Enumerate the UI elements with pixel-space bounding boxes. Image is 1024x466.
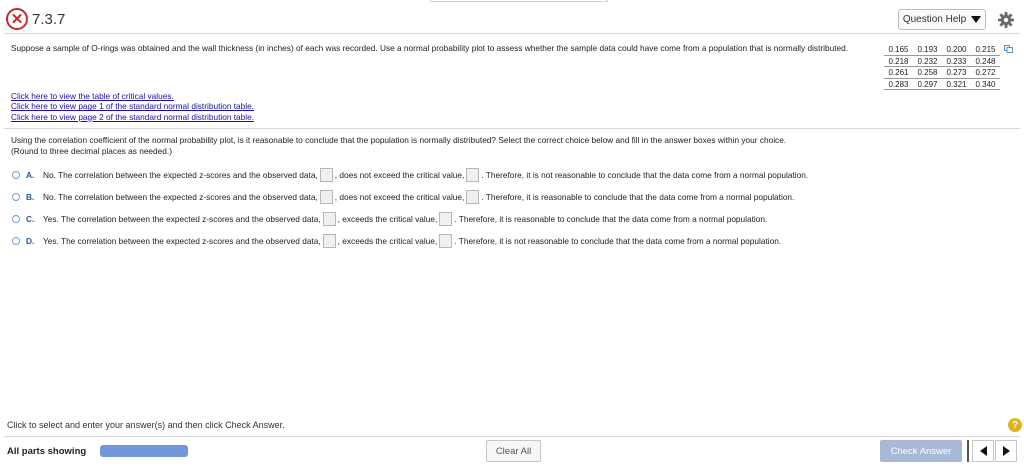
choice-text: No. The correlation between the expected… [43,170,318,180]
choice-letter: C. [26,214,35,224]
data-row: 0.261 0.258 0.273 0.272 [884,67,1000,79]
parts-progress-bar [100,445,188,457]
choice-text: , exceeds the critical value, [337,214,438,224]
reference-links: Click here to view the table of critical… [11,91,254,122]
critical-value-answer-box[interactable] [439,212,453,226]
choice-text: Yes. The correlation between the expecte… [43,214,321,224]
section-divider [4,128,1020,129]
data-cell: 0.340 [975,79,996,89]
progress-fill [100,445,188,457]
radio-button[interactable] [12,237,20,245]
choice-text: , does not exceed the critical value, [334,170,465,180]
data-cell: 0.297 [917,79,938,89]
choice-letter: D. [26,236,35,246]
dropdown-triangle-icon [971,16,982,23]
choice-letter: B. [26,192,35,202]
data-cell: 0.321 [946,79,967,89]
correlation-answer-box[interactable] [319,168,333,182]
arrow-left-icon [979,446,987,456]
choice-text: . Therefore, it is reasonable to conclud… [481,192,795,202]
data-cell: 0.193 [917,45,938,54]
data-cell: 0.218 [888,56,909,66]
choice-c[interactable]: C. Yes. The correlation between the expe… [12,208,808,230]
critical-value-answer-box[interactable] [439,234,453,248]
data-cell: 0.258 [917,68,938,77]
radio-button[interactable] [12,193,20,201]
question-header: ✕ 7.3.7 Question Help [4,8,1020,34]
question-help-label: Question Help [902,14,967,25]
correlation-answer-box[interactable] [319,190,333,204]
next-question-button[interactable] [995,440,1017,462]
choice-text: No. The correlation between the expected… [43,192,318,202]
choice-d[interactable]: D. Yes. The correlation between the expe… [12,230,808,252]
check-answer-button[interactable]: Check Answer [880,440,962,462]
radio-button[interactable] [12,215,20,223]
data-row: 0.283 0.297 0.321 0.340 [884,79,1000,90]
critical-value-answer-box[interactable] [466,190,480,204]
question-help-button[interactable]: Question Help [898,9,986,30]
choice-letter: A. [26,170,35,180]
data-cell: 0.233 [946,56,967,66]
critical-values-link[interactable]: Click here to view the table of critical… [11,91,254,101]
footer-instruction: Click to select and enter your answer(s)… [7,420,285,430]
nav-separator [967,440,969,462]
data-cell: 0.273 [946,68,967,77]
incorrect-x-icon: ✕ [6,8,28,30]
clear-all-button[interactable]: Clear All [486,440,541,462]
answer-choices: A. No. The correlation between the expec… [12,164,808,252]
data-cell: 0.272 [975,68,996,77]
choice-a[interactable]: A. No. The correlation between the expec… [12,164,808,186]
data-cell: 0.232 [917,56,938,66]
choice-text: , does not exceed the critical value, [334,192,465,202]
choice-text: Yes. The correlation between the expecte… [43,236,321,246]
radio-button[interactable] [12,171,20,179]
data-cell: 0.200 [946,45,967,54]
previous-question-button[interactable] [972,440,994,462]
question-number: 7.3.7 [32,10,66,28]
normal-table-page1-link[interactable]: Click here to view page 1 of the standar… [11,101,254,111]
choice-text: , exceeds the critical value, [337,236,438,246]
data-cell: 0.248 [975,56,996,66]
data-cell: 0.215 [975,45,996,54]
correlation-answer-box[interactable] [322,212,336,226]
data-cell: 0.165 [888,45,909,54]
data-table: 0.165 0.193 0.200 0.215 0.218 0.232 0.23… [884,44,1013,90]
normal-table-page2-link[interactable]: Click here to view page 2 of the standar… [11,112,254,122]
footer-divider [4,436,1020,437]
choice-text: . Therefore, it is not reasonable to con… [454,236,782,246]
rounding-instruction: (Round to three decimal places as needed… [11,146,172,156]
data-row: 0.165 0.193 0.200 0.215 [884,44,1000,56]
question-prompt: Using the correlation coefficient of the… [11,135,787,145]
data-cell: 0.261 [888,68,909,77]
question-title: ✕ 7.3.7 [6,8,65,30]
gear-icon[interactable] [996,10,1016,30]
data-row: 0.218 0.232 0.233 0.248 [884,56,1000,67]
correlation-answer-box[interactable] [322,234,336,248]
question-text: Using the correlation coefficient of the… [11,135,786,157]
critical-value-answer-box[interactable] [466,168,480,182]
parts-showing-label: All parts showing [7,446,87,457]
copy-data-icon[interactable] [1004,45,1013,53]
top-tab-edge [430,0,608,2]
arrow-right-icon [1002,446,1010,456]
choice-text: . Therefore, it is reasonable to conclud… [454,214,768,224]
problem-statement: Suppose a sample of O-rings was obtained… [11,43,849,53]
help-question-icon[interactable]: ? [1008,418,1022,432]
choice-text: . Therefore, it is not reasonable to con… [481,170,809,180]
data-cell: 0.283 [888,79,909,89]
choice-b[interactable]: B. No. The correlation between the expec… [12,186,808,208]
